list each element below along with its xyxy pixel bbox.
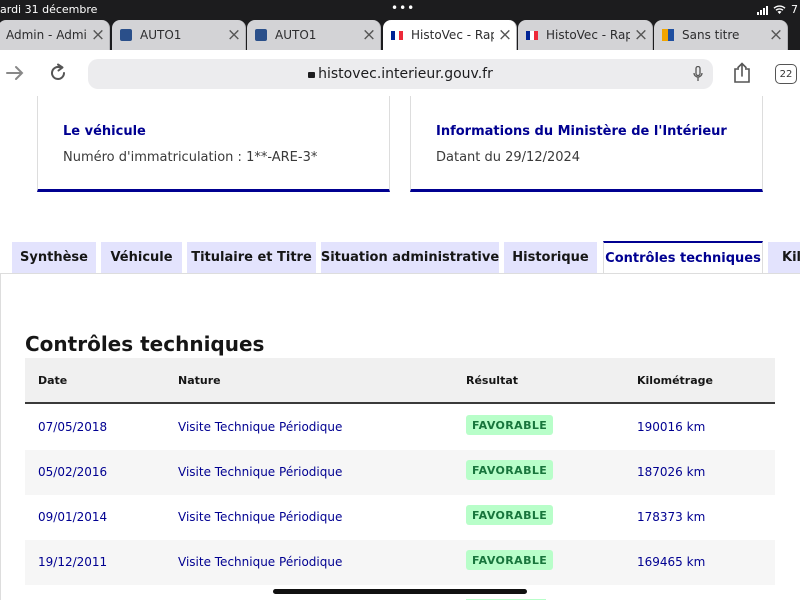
lock-icon bbox=[308, 72, 316, 78]
section-title: Contrôles techniques bbox=[25, 332, 265, 356]
microphone-icon[interactable] bbox=[693, 66, 703, 82]
result-badge: FAVORABLE bbox=[466, 505, 554, 525]
browser-tab-title: AUTO1 bbox=[275, 28, 317, 42]
battery-percent: 7 bbox=[791, 3, 798, 16]
close-icon[interactable]: × bbox=[630, 25, 652, 45]
row-nature: Visite Technique Périodique bbox=[178, 510, 343, 524]
flag-icon bbox=[526, 30, 538, 40]
tab-titulaire[interactable]: Titulaire et Titre bbox=[187, 242, 316, 273]
column-km: Kilométrage bbox=[637, 374, 713, 387]
home-indicator[interactable] bbox=[273, 589, 527, 594]
browser-tab-title: HistoVec - Rapport bbox=[546, 28, 630, 42]
auto1-icon bbox=[120, 29, 132, 41]
column-nature: Nature bbox=[178, 374, 221, 387]
result-badge: FAVORABLE bbox=[466, 550, 554, 570]
tab-historique[interactable]: Historique bbox=[504, 242, 597, 273]
ministry-date: Datant du 29/12/2024 bbox=[436, 150, 581, 165]
column-date: Date bbox=[38, 374, 68, 387]
signal-icon bbox=[757, 5, 768, 15]
url-bar[interactable]: histovec.interieur.gouv.fr bbox=[88, 59, 713, 89]
multitask-dots-icon[interactable]: ••• bbox=[391, 1, 415, 15]
row-date: 05/02/2016 bbox=[38, 465, 108, 479]
status-date: ardi 31 décembre bbox=[0, 3, 98, 16]
tab-synthese[interactable]: Synthèse bbox=[12, 242, 96, 273]
row-km: 190016 km bbox=[637, 420, 706, 434]
close-icon[interactable]: × bbox=[494, 25, 516, 45]
reload-icon[interactable] bbox=[43, 58, 73, 88]
tab-overview-button[interactable]: 22 bbox=[775, 64, 797, 84]
tab-kilometrage[interactable]: Kilométrage bbox=[768, 242, 800, 273]
flag-icon bbox=[391, 30, 403, 40]
row-nature: Visite Technique Périodique bbox=[178, 465, 343, 479]
browser-tab-auto1[interactable]: AUTO1 × bbox=[112, 20, 246, 50]
auto1-icon bbox=[255, 29, 267, 41]
close-icon[interactable]: × bbox=[223, 25, 245, 45]
result-badge: FAVORABLE bbox=[466, 460, 554, 480]
ministry-card-title: Informations du Ministère de l'Intérieur bbox=[436, 124, 727, 139]
forward-arrow-icon[interactable] bbox=[0, 58, 30, 88]
row-date: 19/12/2011 bbox=[38, 555, 108, 569]
table-row: 07/05/2018 Visite Technique Périodique F… bbox=[25, 405, 775, 450]
row-nature: Visite Technique Périodique bbox=[178, 555, 343, 569]
browser-tab-title: Sans titre bbox=[682, 28, 740, 42]
vehicle-registration: Numéro d'immatriculation : 1**-ARE-3* bbox=[63, 150, 318, 165]
row-date: 09/01/2014 bbox=[38, 510, 108, 524]
browser-tab-auto1-2[interactable]: AUTO1 × bbox=[247, 20, 381, 50]
row-km: 187026 km bbox=[637, 465, 706, 479]
doc-icon bbox=[662, 29, 674, 41]
browser-tab-admin[interactable]: Admin - Admin × bbox=[0, 20, 110, 50]
tab-vehicule[interactable]: Véhicule bbox=[101, 242, 182, 273]
browser-tab-title: HistoVec - Rapport bbox=[411, 28, 494, 42]
wifi-icon bbox=[773, 4, 786, 14]
browser-tab-sans-titre[interactable]: Sans titre × bbox=[654, 20, 788, 50]
close-icon[interactable]: × bbox=[87, 25, 109, 45]
row-km: 169465 km bbox=[637, 555, 706, 569]
table-header: Date Nature Résultat Kilométrage bbox=[25, 358, 775, 404]
table-row: 09/01/2014 Visite Technique Périodique F… bbox=[25, 495, 775, 540]
browser-tab-title: Admin - Admin bbox=[6, 28, 87, 42]
browser-tab-title: AUTO1 bbox=[140, 28, 182, 42]
column-result: Résultat bbox=[466, 374, 519, 387]
browser-tab-histovec[interactable]: HistoVec - Rapport × bbox=[518, 20, 653, 50]
status-bar: ardi 31 décembre ••• 7 bbox=[0, 0, 800, 20]
table-row: 19/12/2011 Visite Technique Périodique F… bbox=[25, 540, 775, 585]
url-text: histovec.interieur.gouv.fr bbox=[318, 66, 493, 82]
row-date: 07/05/2018 bbox=[38, 420, 108, 434]
page-content: Le véhicule Numéro d'immatriculation : 1… bbox=[0, 96, 800, 600]
row-km: 178373 km bbox=[637, 510, 706, 524]
close-icon[interactable]: × bbox=[358, 25, 380, 45]
browser-tab-histovec-active[interactable]: HistoVec - Rapport × bbox=[383, 20, 517, 50]
table-row: 05/02/2016 Visite Technique Périodique F… bbox=[25, 450, 775, 495]
tab-situation[interactable]: Situation administrative bbox=[321, 242, 499, 273]
ministry-card: Informations du Ministère de l'Intérieur… bbox=[410, 96, 763, 192]
row-nature: Visite Technique Périodique bbox=[178, 420, 343, 434]
close-icon[interactable]: × bbox=[765, 25, 787, 45]
tab-controles-techniques[interactable]: Contrôles techniques bbox=[603, 241, 763, 274]
vehicle-card: Le véhicule Numéro d'immatriculation : 1… bbox=[37, 96, 390, 192]
share-icon[interactable] bbox=[727, 58, 757, 88]
vehicle-card-title: Le véhicule bbox=[63, 124, 146, 139]
result-badge: FAVORABLE bbox=[466, 415, 554, 435]
browser-toolbar: histovec.interieur.gouv.fr 22 bbox=[0, 50, 800, 96]
